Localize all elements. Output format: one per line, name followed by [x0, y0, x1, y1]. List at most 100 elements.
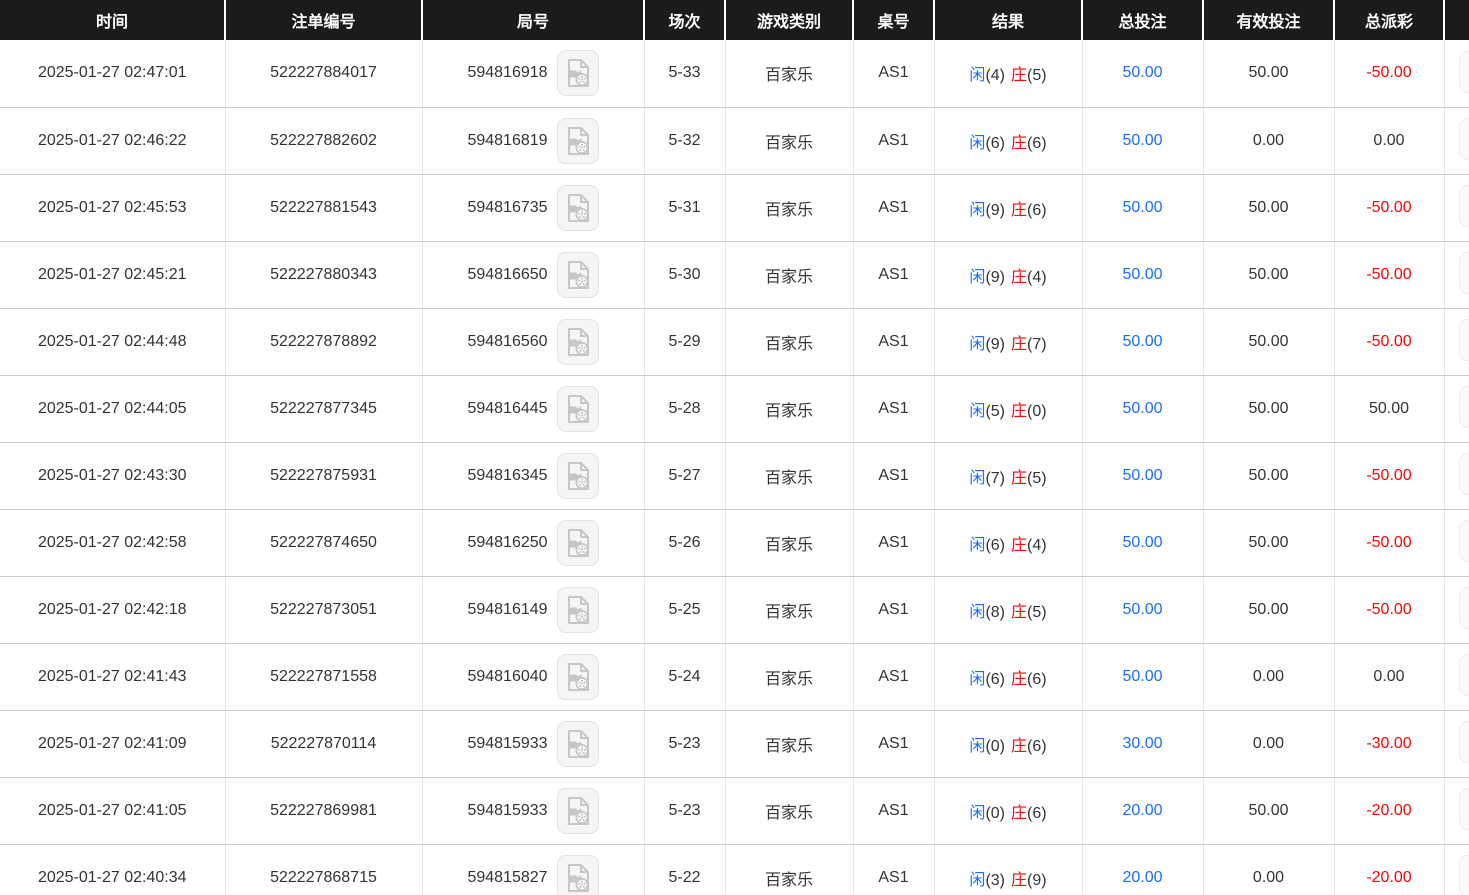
cell-total-bet: 20.00 [1082, 777, 1203, 844]
cell-time: 2025-01-27 02:44:48 [0, 308, 225, 375]
cell-payout: -50.00 [1334, 442, 1444, 509]
row-action-button[interactable] [1459, 386, 1469, 428]
cell-valid-bet: 0.00 [1203, 107, 1334, 174]
video-replay-button[interactable] [557, 788, 599, 834]
column-header-round_id: 局号 [422, 0, 644, 40]
player-points: (9) [985, 336, 1005, 353]
cell-game-type: 百家乐 [725, 107, 853, 174]
player-points: (9) [985, 269, 1005, 286]
cell-extra [1444, 40, 1469, 107]
player-points: (8) [985, 604, 1005, 621]
cell-total-bet: 30.00 [1082, 710, 1203, 777]
cell-total-bet: 50.00 [1082, 174, 1203, 241]
video-record-icon [565, 327, 591, 357]
cell-extra [1444, 643, 1469, 710]
video-replay-button[interactable] [557, 252, 599, 298]
row-action-button[interactable] [1459, 51, 1469, 93]
cell-result: 闲(6)庄(4) [934, 509, 1082, 576]
cell-bet-id: 522227874650 [225, 509, 422, 576]
video-replay-button[interactable] [557, 721, 599, 767]
video-replay-button[interactable] [557, 50, 599, 96]
table-row: 2025-01-27 02:45:21522227880343594816650… [0, 241, 1469, 308]
table-row: 2025-01-27 02:47:01522227884017594816918… [0, 40, 1469, 107]
video-replay-button[interactable] [557, 185, 599, 231]
row-action-button[interactable] [1459, 252, 1469, 294]
cell-extra [1444, 375, 1469, 442]
round-id-group: 594815933 [423, 711, 644, 777]
cell-bet-id: 522227869981 [225, 777, 422, 844]
table-row: 2025-01-27 02:42:18522227873051594816149… [0, 576, 1469, 643]
round-id-text: 594815933 [467, 735, 547, 753]
cell-game-type: 百家乐 [725, 375, 853, 442]
row-action-button[interactable] [1459, 453, 1469, 495]
banker-label: 庄 [1011, 604, 1027, 621]
round-id-group: 594816918 [423, 40, 644, 107]
row-action-button[interactable] [1459, 587, 1469, 629]
cell-game-type: 百家乐 [725, 509, 853, 576]
player-points: (5) [985, 403, 1005, 420]
cell-time: 2025-01-27 02:45:53 [0, 174, 225, 241]
player-points: (4) [985, 67, 1005, 84]
cell-payout: -50.00 [1334, 174, 1444, 241]
row-action-button[interactable] [1459, 855, 1469, 895]
row-action-button[interactable] [1459, 788, 1469, 830]
video-replay-button[interactable] [557, 855, 599, 895]
cell-time: 2025-01-27 02:44:05 [0, 375, 225, 442]
row-action-button[interactable] [1459, 654, 1469, 696]
cell-time: 2025-01-27 02:45:21 [0, 241, 225, 308]
cell-table-no: AS1 [853, 509, 934, 576]
cell-bet-id: 522227877345 [225, 375, 422, 442]
banker-points: (9) [1027, 872, 1047, 889]
cell-time: 2025-01-27 02:43:30 [0, 442, 225, 509]
cell-result: 闲(9)庄(4) [934, 241, 1082, 308]
column-header-table_no: 桌号 [853, 0, 934, 40]
cell-game-type: 百家乐 [725, 844, 853, 895]
row-action-button[interactable] [1459, 319, 1469, 361]
row-action-button[interactable] [1459, 520, 1469, 562]
cell-extra [1444, 777, 1469, 844]
round-id-text: 594816819 [467, 132, 547, 150]
video-replay-button[interactable] [557, 453, 599, 499]
banker-label: 庄 [1011, 336, 1027, 353]
cell-session: 5-28 [644, 375, 725, 442]
column-header-total_bet: 总投注 [1082, 0, 1203, 40]
video-replay-button[interactable] [557, 118, 599, 164]
video-replay-button[interactable] [557, 319, 599, 365]
row-action-button[interactable] [1459, 185, 1469, 227]
row-action-button[interactable] [1459, 118, 1469, 160]
cell-game-type: 百家乐 [725, 777, 853, 844]
banker-points: (6) [1027, 738, 1047, 755]
cell-result: 闲(5)庄(0) [934, 375, 1082, 442]
video-record-icon [565, 595, 591, 625]
player-points: (6) [985, 537, 1005, 554]
player-label: 闲 [969, 336, 985, 353]
video-record-icon [565, 394, 591, 424]
round-id-group: 594816445 [423, 376, 644, 442]
cell-time: 2025-01-27 02:42:58 [0, 509, 225, 576]
cell-bet-id: 522227871558 [225, 643, 422, 710]
column-header-payout: 总派彩 [1334, 0, 1444, 40]
round-id-group: 594816819 [423, 108, 644, 174]
cell-session: 5-25 [644, 576, 725, 643]
cell-round-id: 594815933 [422, 710, 644, 777]
video-replay-button[interactable] [557, 654, 599, 700]
cell-valid-bet: 0.00 [1203, 643, 1334, 710]
round-id-group: 594816250 [423, 510, 644, 576]
cell-result: 闲(9)庄(7) [934, 308, 1082, 375]
player-label: 闲 [969, 67, 985, 84]
bet-history-table: 时间注单编号局号场次游戏类别桌号结果总投注有效投注总派彩 2025-01-27 … [0, 0, 1469, 895]
column-header-valid_bet: 有效投注 [1203, 0, 1334, 40]
bet-history-panel: 时间注单编号局号场次游戏类别桌号结果总投注有效投注总派彩 2025-01-27 … [0, 0, 1469, 895]
cell-extra [1444, 442, 1469, 509]
row-action-button[interactable] [1459, 721, 1469, 763]
cell-extra [1444, 308, 1469, 375]
round-id-group: 594816345 [423, 443, 644, 509]
cell-result: 闲(4)庄(5) [934, 40, 1082, 107]
video-replay-button[interactable] [557, 386, 599, 432]
video-record-icon [565, 796, 591, 826]
video-replay-button[interactable] [557, 587, 599, 633]
video-replay-button[interactable] [557, 520, 599, 566]
cell-bet-id: 522227880343 [225, 241, 422, 308]
cell-table-no: AS1 [853, 40, 934, 107]
column-header-result: 结果 [934, 0, 1082, 40]
